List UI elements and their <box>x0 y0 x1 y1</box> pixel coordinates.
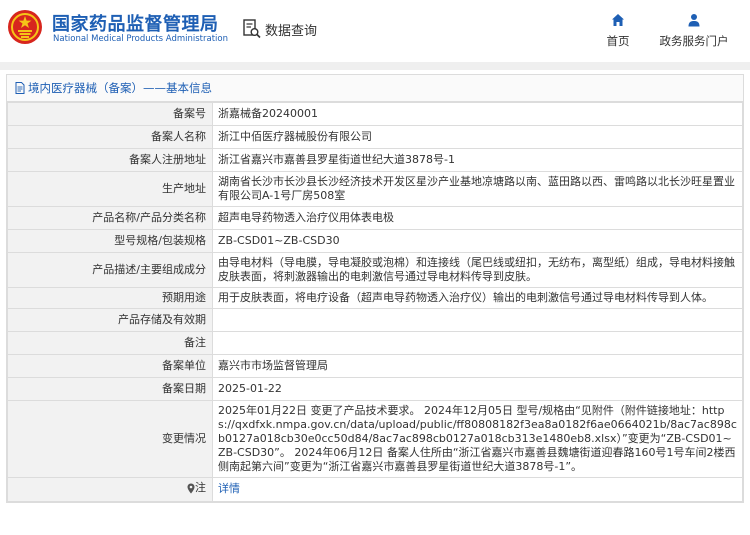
table-row: 备案号 浙嘉械备20240001 <box>7 102 743 126</box>
field-value <box>212 308 743 332</box>
table-row: 产品名称/产品分类名称 超声电导药物透入治疗仪用体表电极 <box>7 206 743 230</box>
table-row: 预期用途 用于皮肤表面，将电疗设备（超声电导药物透入治疗仪）输出的电刺激信号通过… <box>7 287 743 309</box>
field-label: 备注 <box>7 331 213 355</box>
field-label: 备案单位 <box>7 354 213 378</box>
field-label: 型号规格/包装规格 <box>7 229 213 253</box>
breadcrumb: 境内医疗器械（备案）——基本信息 <box>7 75 743 102</box>
field-value: 嘉兴市市场监督管理局 <box>212 354 743 378</box>
table-row: 备案单位 嘉兴市市场监督管理局 <box>7 354 743 378</box>
table-row: 型号规格/包装规格 ZB-CSD01~ZB-CSD30 <box>7 229 743 253</box>
field-value: 超声电导药物透入治疗仪用体表电极 <box>212 206 743 230</box>
field-value <box>212 331 743 355</box>
user-icon <box>688 14 700 27</box>
field-label: 备案人名称 <box>7 125 213 149</box>
nav-home[interactable]: 首页 <box>578 13 658 49</box>
site-subtitle[interactable]: National Medical Products Administration <box>53 34 228 44</box>
field-label: 变更情况 <box>7 400 213 478</box>
note-label-cell: 注 <box>7 477 213 502</box>
nav-service-portal-label: 政务服务门户 <box>659 34 729 48</box>
document-icon <box>15 82 25 94</box>
field-label: 产品描述/主要组成成分 <box>7 252 213 288</box>
field-label: 生产地址 <box>7 171 213 207</box>
table-row: 备注 <box>7 331 743 355</box>
table-row: 备案人注册地址 浙江省嘉兴市嘉善县罗星街道世纪大道3878号-1 <box>7 148 743 172</box>
table-row: 产品描述/主要组成成分 由导电材料（导电膜，导电凝胶或泡棉）和连接线（尾巴线或纽… <box>7 252 743 288</box>
field-value: 用于皮肤表面，将电疗设备（超声电导药物透入治疗仪）输出的电刺激信号通过导电材料传… <box>212 287 743 309</box>
data-query-link[interactable]: 数据查询 <box>243 16 317 42</box>
field-value: 浙江省嘉兴市嘉善县罗星街道世纪大道3878号-1 <box>212 148 743 172</box>
field-value: 2025年01月22日 变更了产品技术要求。 2024年12月05日 型号/规格… <box>212 400 743 478</box>
pin-icon <box>187 483 195 493</box>
data-query-label: 数据查询 <box>265 23 318 39</box>
field-value: 湖南省长沙市长沙县长沙经济技术开发区星沙产业基地凉塘路以南、蓝田路以西、雷鸣路以… <box>212 171 743 207</box>
table-row: 变更情况 2025年01月22日 变更了产品技术要求。 2024年12月05日 … <box>7 400 743 478</box>
table-row: 产品存储及有效期 <box>7 308 743 332</box>
header-divider <box>0 62 750 70</box>
detail-panel: 境内医疗器械（备案）——基本信息 备案号 浙嘉械备20240001 备案人名称 … <box>6 74 744 503</box>
note-label: 注 <box>195 481 206 494</box>
field-label: 备案人注册地址 <box>7 148 213 172</box>
field-label: 产品名称/产品分类名称 <box>7 206 213 230</box>
field-label: 备案号 <box>7 102 213 126</box>
field-label: 预期用途 <box>7 287 213 309</box>
site-header: 国家药品监督管理局 National Medical Products Admi… <box>0 0 750 62</box>
table-row: 备案人名称 浙江中佰医疗器械股份有限公司 <box>7 125 743 149</box>
field-value: 浙嘉械备20240001 <box>212 102 743 126</box>
table-row: 备案日期 2025-01-22 <box>7 377 743 401</box>
nav-service-portal[interactable]: 政务服务门户 <box>654 13 734 49</box>
nav-home-label: 首页 <box>606 34 630 48</box>
field-value: 浙江中佰医疗器械股份有限公司 <box>212 125 743 149</box>
details-link[interactable]: 详情 <box>218 482 240 495</box>
field-label: 产品存储及有效期 <box>7 308 213 332</box>
field-value: ZB-CSD01~ZB-CSD30 <box>212 229 743 253</box>
table-row: 生产地址 湖南省长沙市长沙县长沙经济技术开发区星沙产业基地凉塘路以南、蓝田路以西… <box>7 171 743 207</box>
field-value: 由导电材料（导电膜，导电凝胶或泡棉）和连接线（尾巴线或纽扣，无纺布，离型纸）组成… <box>212 252 743 288</box>
search-document-icon <box>243 19 261 39</box>
detail-table: 备案号 浙嘉械备20240001 备案人名称 浙江中佰医疗器械股份有限公司 备案… <box>7 102 743 502</box>
field-label: 备案日期 <box>7 377 213 401</box>
field-value: 2025-01-22 <box>212 377 743 401</box>
site-title[interactable]: 国家药品监督管理局 <box>52 10 219 36</box>
home-icon <box>612 14 624 26</box>
national-emblem-icon <box>8 10 42 44</box>
page-title: 境内医疗器械（备案）——基本信息 <box>28 81 212 95</box>
table-row: 注 详情 <box>7 477 743 502</box>
note-value-cell: 详情 <box>212 477 743 502</box>
